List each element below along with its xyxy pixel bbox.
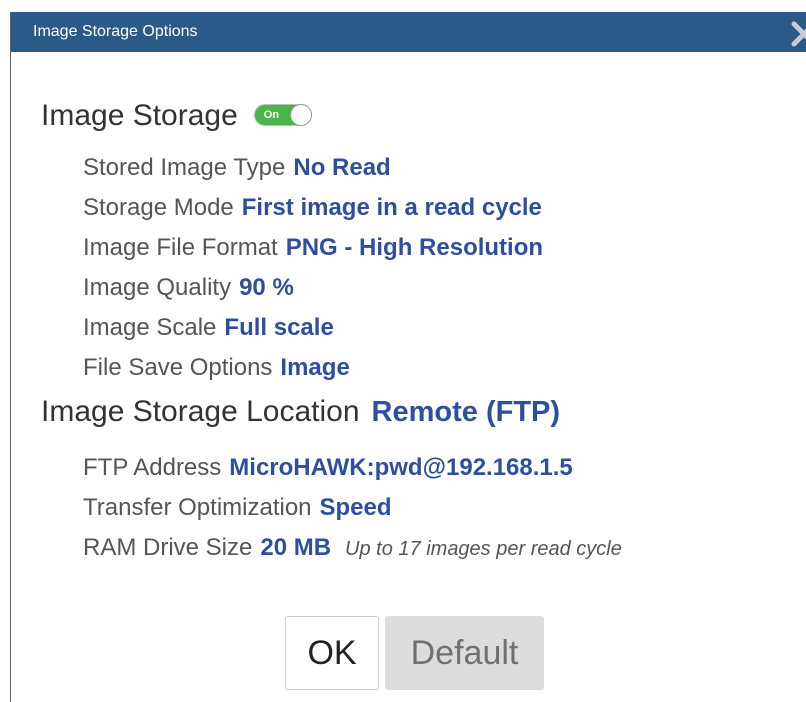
image-scale-row: Image Scale Full scale <box>83 313 334 343</box>
ftp-address-value[interactable]: MicroHAWK:pwd@192.168.1.5 <box>229 454 573 481</box>
dialog-title: Image Storage Options <box>33 23 198 40</box>
image-scale-value[interactable]: Full scale <box>224 314 333 341</box>
image-scale-label: Image Scale <box>83 314 217 341</box>
default-button[interactable]: Default <box>385 616 544 690</box>
stored-image-type-value[interactable]: No Read <box>293 154 390 181</box>
image-storage-location-value[interactable]: Remote (FTP) <box>372 396 561 428</box>
ram-drive-size-label: RAM Drive Size <box>83 534 253 561</box>
transfer-optimization-row: Transfer Optimization Speed <box>83 493 392 523</box>
image-file-format-label: Image File Format <box>83 234 278 261</box>
file-save-options-value[interactable]: Image <box>280 354 349 381</box>
close-icon[interactable] <box>789 16 806 48</box>
ok-button[interactable]: OK <box>285 616 379 690</box>
dialog-titlebar: Image Storage Options <box>11 12 806 52</box>
image-quality-label: Image Quality <box>83 274 232 301</box>
image-storage-section: Image Storage On <box>41 98 312 134</box>
image-file-format-value[interactable]: PNG - High Resolution <box>286 234 543 261</box>
image-quality-row: Image Quality 90 % <box>83 273 294 303</box>
transfer-optimization-value[interactable]: Speed <box>320 494 392 521</box>
toggle-label: On <box>263 109 280 122</box>
ftp-address-label: FTP Address <box>83 454 222 481</box>
file-save-options-label: File Save Options <box>83 354 273 381</box>
storage-mode-label: Storage Mode <box>83 194 234 221</box>
image-storage-toggle[interactable]: On <box>253 104 312 127</box>
image-storage-location-heading: Image Storage Location <box>41 395 360 428</box>
image-storage-heading: Image Storage <box>41 99 238 132</box>
stored-image-type-row: Stored Image Type No Read <box>83 153 391 183</box>
image-file-format-row: Image File Format PNG - High Resolution <box>83 233 543 263</box>
ftp-address-row: FTP Address MicroHAWK:pwd@192.168.1.5 <box>83 453 573 483</box>
ram-drive-size-row: RAM Drive Size 20 MB Up to 17 images per r… <box>83 533 622 564</box>
ram-drive-size-note: Up to 17 images per read cycle <box>345 538 622 560</box>
image-storage-location-row: Image Storage Location Remote (FTP) <box>41 394 560 430</box>
ram-drive-size-value[interactable]: 20 MB <box>260 534 331 561</box>
storage-mode-row: Storage Mode First image in a read cycle <box>83 193 542 223</box>
storage-mode-value[interactable]: First image in a read cycle <box>242 194 542 221</box>
file-save-options-row: File Save Options Image <box>83 353 350 383</box>
toggle-knob <box>289 104 312 127</box>
transfer-optimization-label: Transfer Optimization <box>83 494 312 521</box>
image-storage-options-dialog: Image Storage Options Image Storage On St… <box>10 12 806 702</box>
stored-image-type-label: Stored Image Type <box>83 154 286 181</box>
image-quality-value[interactable]: 90 % <box>239 274 294 301</box>
